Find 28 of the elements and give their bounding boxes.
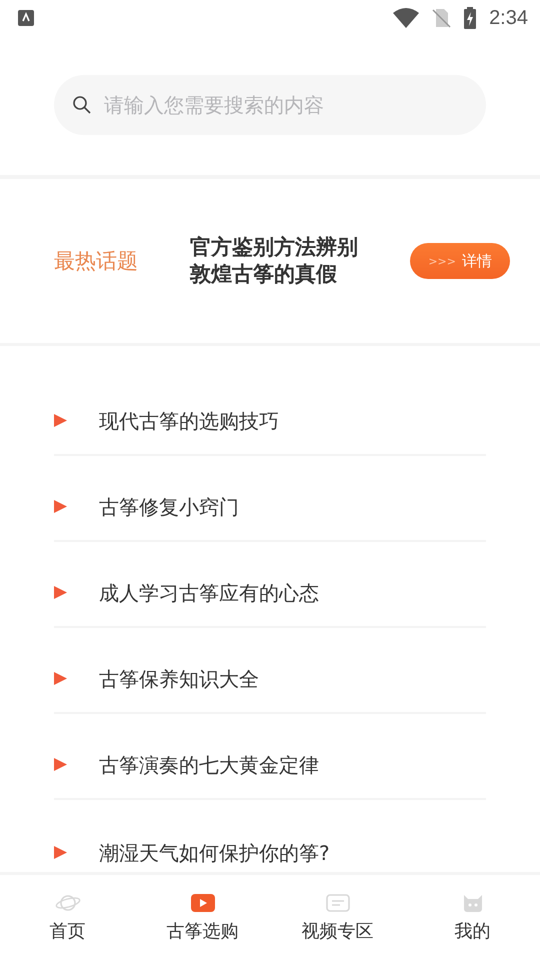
play-icon [190, 892, 216, 912]
article-title[interactable]: 成人学习古筝应有的心态 [99, 580, 319, 607]
play-icon [54, 758, 67, 771]
planet-icon [54, 892, 80, 912]
no-sim-icon [431, 8, 452, 28]
article-title[interactable]: 现代古筝的选购技巧 [99, 408, 279, 435]
play-icon [54, 586, 67, 599]
hot-topic-label: 最热话题 [54, 248, 139, 275]
play-icon [54, 846, 67, 859]
play-icon [54, 672, 67, 685]
play-icon [54, 500, 67, 513]
tab-item[interactable]: 我的 [405, 875, 540, 960]
play-icon [54, 414, 67, 427]
hot-topic-title: 官方鉴别方法辨别敦煌古筝的真假 [190, 234, 359, 288]
battery-charging-icon [463, 7, 478, 29]
article-title[interactable]: 古筝演奏的七大黄金定律 [99, 752, 319, 779]
tab-item[interactable]: 首页 [0, 875, 135, 960]
article-title[interactable]: 古筝修复小窍门 [99, 494, 239, 521]
tab-item[interactable]: 视频专区 [270, 875, 405, 960]
status-time: 2:34 [489, 6, 528, 30]
search-icon [72, 95, 92, 115]
search-bar[interactable]: 请输入您需要搜索的内容 [54, 75, 486, 135]
wifi-icon [393, 8, 420, 28]
search-field[interactable]: 请输入您需要搜索的内容 [102, 92, 468, 118]
article-title[interactable]: 潮湿天气如何保护你的筝? [99, 840, 330, 867]
article-title[interactable]: 古筝保养知识大全 [99, 666, 259, 693]
tab-item[interactable]: 古筝选购 [135, 875, 270, 960]
message-icon [324, 892, 350, 912]
